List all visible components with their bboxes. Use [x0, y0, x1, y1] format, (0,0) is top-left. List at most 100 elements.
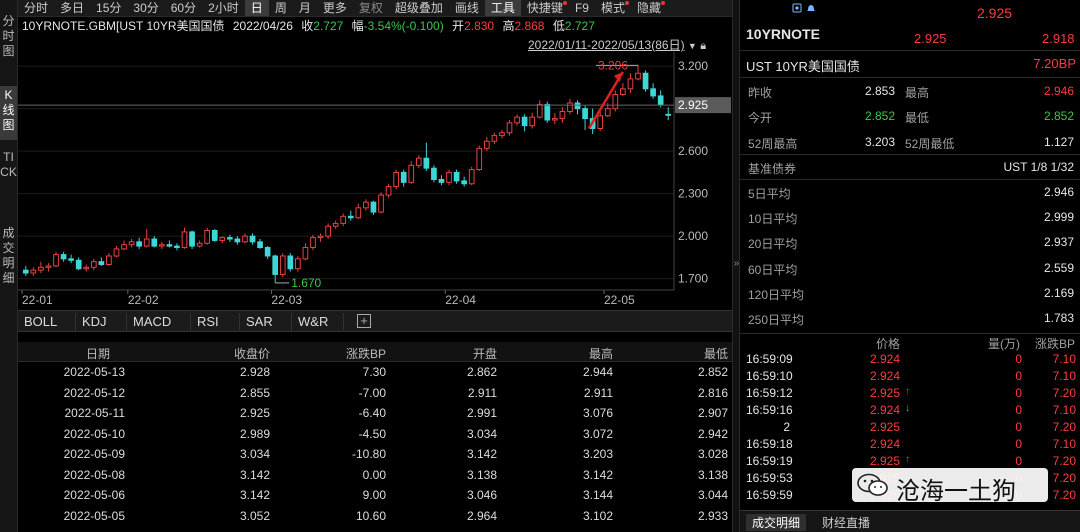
candlestick-chart[interactable]: 3.2002.9002.6002.3002.0001.7002.9253.206…	[18, 52, 732, 310]
table-cell: 3.142	[582, 467, 613, 482]
table-cell: 2.991	[466, 406, 497, 420]
candle-up	[219, 237, 226, 241]
candle-down	[227, 237, 233, 240]
toolbar-item[interactable]: 分时	[18, 0, 54, 16]
left-tab[interactable]: TICK	[0, 148, 17, 212]
table-header-cell[interactable]: 涨跌BP	[346, 345, 386, 362]
table-row[interactable]: 2022-05-05 3.052 10.60 2.964 3.102 2.933	[18, 506, 732, 527]
table-row[interactable]: 2022-05-10 2.989 -4.50 3.034 3.072 2.942	[18, 424, 732, 445]
average-value: 1.783	[1043, 311, 1074, 325]
trade-row[interactable]: 16:59:10 2.924 0 7.10	[740, 368, 1080, 385]
toolbar-item-label: 更多	[322, 1, 347, 15]
left-tab[interactable]: K线图	[0, 86, 17, 140]
table-row[interactable]: 2022-05-06 3.142 9.00 3.046 3.144 3.044	[18, 485, 732, 506]
toolbar-item[interactable]: 30分	[127, 0, 164, 16]
toolbar-item[interactable]: 月	[293, 0, 317, 16]
pin-icon[interactable]	[792, 2, 802, 13]
table-header-cell[interactable]: 开盘	[473, 345, 497, 362]
toolbar-item[interactable]: 15分	[90, 0, 127, 16]
trade-change: 7.10	[1052, 369, 1076, 383]
table-row[interactable]: 2022-05-08 3.142 0.00 3.138 3.142 3.138	[18, 465, 732, 486]
trade-row[interactable]: 16:59:09 2.924 0 7.10	[740, 351, 1080, 368]
indicator-tab[interactable]: MACD	[127, 313, 191, 330]
toolbar-item[interactable]: 周	[269, 0, 293, 16]
toolbar-item[interactable]: 复权	[353, 0, 389, 16]
trade-volume: 0	[1015, 454, 1022, 468]
collapse-arrow-icon[interactable]: »	[733, 258, 740, 269]
table-header-cell[interactable]: 日期	[86, 345, 110, 362]
toolbar-item-label: 周	[274, 1, 287, 15]
candle-down	[151, 238, 158, 247]
table-cell: 3.102	[582, 508, 613, 523]
bell-icon[interactable]	[806, 2, 816, 12]
average-label: 10日平均	[748, 212, 798, 227]
separator	[740, 179, 1080, 180]
indicator-tab[interactable]: RSI	[191, 313, 240, 330]
toolbar-item[interactable]: 工具	[484, 0, 521, 16]
trade-row[interactable]: 2 2.925 0 7.20	[740, 419, 1080, 436]
table-cell: 2.942	[697, 426, 728, 441]
candle-down	[234, 238, 241, 243]
dropdown-triangle-icon[interactable]: ▼	[688, 41, 697, 51]
toolbar-item[interactable]: 60分	[165, 0, 202, 16]
y-tick-label: 2.600	[678, 144, 708, 158]
table-cell: 0.00	[362, 467, 386, 482]
trade-time: 16:59:19	[746, 454, 793, 468]
toolbar-item[interactable]: 模式	[595, 0, 631, 16]
trade-price: 2.924	[870, 352, 901, 366]
table-cell: 2022-05-09	[63, 447, 125, 461]
toolbar-item[interactable]: 画线	[449, 0, 485, 16]
candle-down	[650, 88, 656, 97]
candle-up	[121, 244, 127, 250]
trade-time: 16:59:18	[746, 437, 793, 451]
toolbar-item[interactable]: 更多	[317, 0, 353, 16]
date-range-selector[interactable]: 2022/01/11-2022/05/13(86日) ▼ 🔒︎	[528, 36, 706, 53]
table-row[interactable]: 2022-05-12 2.855 -7.00 2.911 2.911 2.816	[18, 383, 732, 404]
bar-date: 2022/04/26	[232, 19, 293, 33]
add-indicator-icon[interactable]: +	[357, 314, 371, 328]
tab-live-news[interactable]: 财经直播	[816, 514, 876, 531]
instrument-full-name: UST 10YR美国国债	[746, 59, 860, 74]
trade-price: 2.925	[870, 386, 901, 400]
lock-icon[interactable]: 🔒︎	[700, 40, 706, 52]
table-header-cell[interactable]: 收盘价	[234, 345, 270, 362]
candle-up	[45, 265, 52, 268]
table-row[interactable]: 2022-05-09 3.034 -10.80 3.142 3.203 3.028	[18, 444, 732, 465]
table-header-cell[interactable]: 最低	[704, 345, 728, 362]
trade-price: 2.925	[870, 420, 901, 434]
toolbar-item[interactable]: 隐藏	[631, 0, 667, 16]
toolbar-item[interactable]: F9	[569, 0, 595, 16]
candle-up	[604, 108, 611, 117]
left-tab[interactable]: 分时图	[0, 12, 17, 72]
indicator-tab[interactable]: BOLL	[18, 313, 76, 330]
trade-row[interactable]: 16:59:18 2.924 0 7.10	[740, 436, 1080, 453]
candle-up	[468, 169, 475, 185]
indicator-tab[interactable]: W&R	[292, 313, 344, 330]
toolbar-item[interactable]: 快捷键	[521, 0, 569, 16]
table-row[interactable]: 2022-05-13 2.928 7.30 2.862 2.944 2.852	[18, 362, 732, 383]
wk52-high-value: 3.203	[864, 135, 895, 149]
wechat-logo-icon	[857, 473, 888, 496]
table-row[interactable]: 2022-05-11 2.925 -6.40 2.991 3.076 2.907	[18, 403, 732, 424]
day-high-label: 最高	[905, 86, 930, 100]
indicator-tab[interactable]: SAR	[240, 313, 292, 330]
toolbar-item[interactable]: 日	[244, 0, 269, 16]
candle-up	[559, 111, 566, 120]
separator	[740, 154, 1080, 155]
toolbar-item[interactable]: 超级叠加	[389, 0, 449, 16]
trade-change: 7.10	[1052, 352, 1076, 366]
indicator-tab[interactable]: KDJ	[76, 313, 127, 330]
left-tab[interactable]: 成交明细	[0, 224, 17, 290]
prev-close-label: 昨收	[748, 86, 773, 100]
trade-row[interactable]: 16:59:12 2.925 ↑ 0 7.20	[740, 385, 1080, 402]
prev-close-value: 2.853	[864, 84, 895, 98]
toolbar-item[interactable]: 多日	[54, 0, 90, 16]
open-value: 2.830	[464, 19, 495, 33]
table-header-cell[interactable]: 最高	[589, 345, 613, 362]
trade-row[interactable]: 16:59:16 2.924 ↓ 0 7.10	[740, 402, 1080, 419]
wk52-low-value: 1.127	[1043, 135, 1074, 149]
tab-trade-detail[interactable]: 成交明细	[746, 514, 807, 531]
candle-up	[317, 235, 324, 239]
toolbar-item[interactable]: 2小时	[202, 0, 245, 16]
panel-splitter[interactable]: »	[732, 0, 740, 532]
